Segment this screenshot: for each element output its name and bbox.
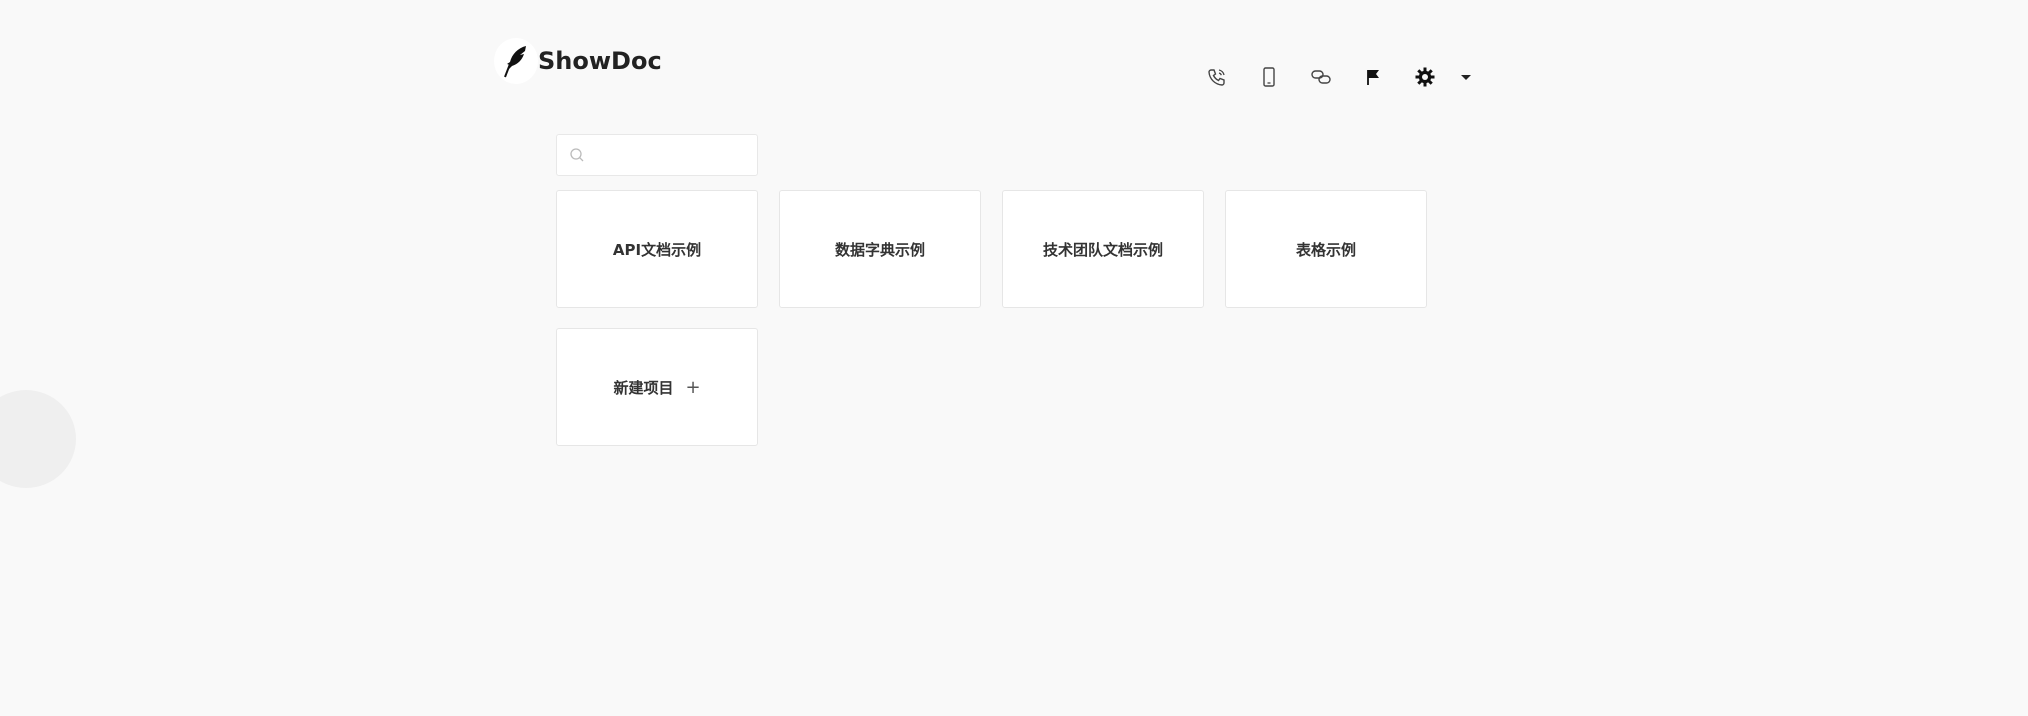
link-icon <box>1311 70 1331 84</box>
logo-text: ShowDoc <box>538 47 662 75</box>
phone-button[interactable] <box>1202 62 1232 92</box>
caret-down-icon <box>1461 75 1471 80</box>
plus-icon: + <box>685 376 701 398</box>
project-title: 表格示例 <box>1295 240 1356 259</box>
project-title: 技术团队文档示例 <box>1042 240 1163 259</box>
feather-logo-icon <box>494 38 538 84</box>
page: ShowDoc API文档示例 数据字典示例 技术团队文档示例 表格示例 新建项… <box>0 0 2028 716</box>
project-title: 数据字典示例 <box>834 240 925 259</box>
toolbar <box>1202 62 1476 92</box>
mobile-button[interactable] <box>1254 62 1284 92</box>
project-card[interactable]: 表格示例 <box>1225 190 1427 308</box>
more-dropdown-button[interactable] <box>1456 62 1476 92</box>
gear-icon <box>1415 67 1435 87</box>
settings-button[interactable] <box>1410 62 1440 92</box>
search-input[interactable] <box>591 146 755 164</box>
decorative-circle <box>0 390 76 488</box>
flag-icon <box>1367 70 1379 85</box>
flag-button[interactable] <box>1358 62 1388 92</box>
project-title: API文档示例 <box>612 240 702 259</box>
new-project-button[interactable]: 新建项目 + <box>556 328 758 446</box>
search-box[interactable] <box>556 134 758 176</box>
project-card[interactable]: API文档示例 <box>556 190 758 308</box>
logo[interactable]: ShowDoc <box>494 38 662 84</box>
project-grid: API文档示例 数据字典示例 技术团队文档示例 表格示例 新建项目 + <box>556 190 1456 446</box>
link-button[interactable] <box>1306 62 1336 92</box>
project-card[interactable]: 数据字典示例 <box>779 190 981 308</box>
phone-icon <box>1208 69 1225 86</box>
new-project-label: 新建项目 <box>613 378 674 397</box>
search-icon <box>569 147 585 163</box>
project-card[interactable]: 技术团队文档示例 <box>1002 190 1204 308</box>
mobile-icon <box>1263 67 1275 87</box>
